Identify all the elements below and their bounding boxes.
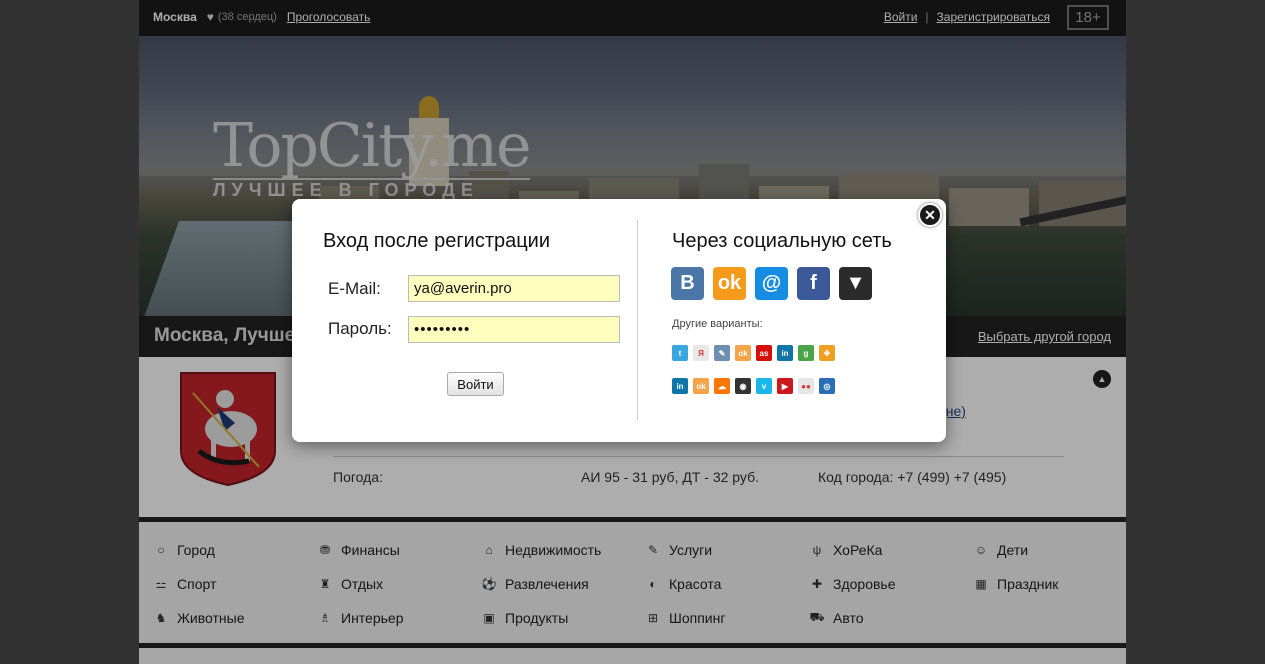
vkontakte-icon[interactable]: B [671, 267, 704, 300]
odnoklassniki-small-icon[interactable]: ok [735, 345, 751, 361]
close-icon[interactable]: ✕ [918, 203, 942, 227]
linkedin-icon[interactable]: in [777, 345, 793, 361]
lastfm-icon[interactable]: as [756, 345, 772, 361]
odnoklassniki-icon[interactable]: ok [713, 267, 746, 300]
webmoney-icon[interactable]: ◎ [819, 378, 835, 394]
facebook-icon[interactable]: f [797, 267, 830, 300]
login-title: Вход после регистрации [323, 230, 551, 252]
login-button[interactable]: Войти [447, 372, 504, 396]
twitter-icon[interactable]: t [672, 345, 688, 361]
flickr-icon[interactable]: ●● [798, 378, 814, 394]
yandex-icon[interactable]: Я [693, 345, 709, 361]
odnoklassniki-2-icon[interactable]: ok [693, 378, 709, 394]
login-modal: ✕ Вход после регистрации E-Mail: Пароль:… [292, 199, 946, 442]
modal-divider [637, 220, 638, 420]
linkedin-2-icon[interactable]: in [672, 378, 688, 394]
youtube-icon[interactable]: ▶ [777, 378, 793, 394]
google-icon[interactable]: g [798, 345, 814, 361]
other-options-label: Другие варианты: [672, 318, 763, 330]
social-title: Через социальную сеть [672, 230, 892, 252]
social-buttons-small: t Я ✎ ok as in g ❖ [672, 345, 835, 361]
steam-icon[interactable]: ◉ [735, 378, 751, 394]
password-label: Пароль: [328, 319, 392, 338]
email-label: E-Mail: [328, 279, 381, 298]
vimeo-icon[interactable]: v [756, 378, 772, 394]
livejournal-icon[interactable]: ✎ [714, 345, 730, 361]
password-field[interactable] [408, 316, 620, 343]
soundcloud-icon[interactable]: ☁ [714, 378, 730, 394]
more-icon[interactable]: ▼ [839, 267, 872, 300]
mailru-icon[interactable]: @ [755, 267, 788, 300]
social-buttons-small: in ok ☁ ◉ v ▶ ●● ◎ [672, 378, 835, 394]
windows-live-icon[interactable]: ❖ [819, 345, 835, 361]
email-field[interactable] [408, 275, 620, 302]
social-buttons: Bok @ f ▼ [671, 267, 872, 300]
